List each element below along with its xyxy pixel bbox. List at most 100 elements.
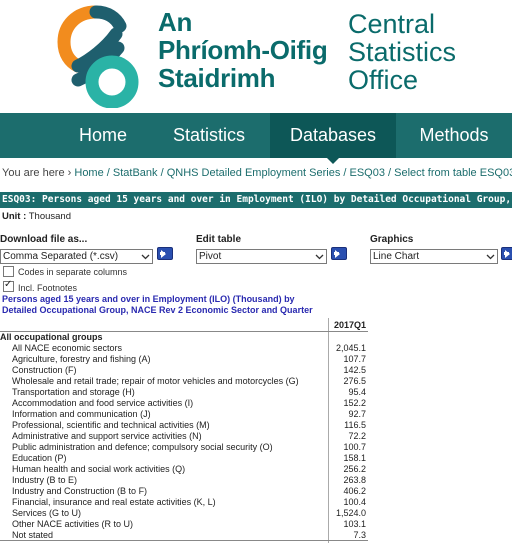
unit-info: Unit : Thousand: [2, 211, 71, 222]
download-format-value: Comma Separated (*.csv): [3, 251, 119, 262]
row-label: Education (P): [12, 453, 67, 463]
table-row: Agriculture, forestry and fishing (A) 107…: [0, 354, 368, 365]
cso-logo-icon[interactable]: [56, 4, 144, 113]
codes-checkbox[interactable]: [3, 266, 14, 277]
table-caption-line2: Detailed Occupational Group, NACE Rev 2 …: [2, 305, 313, 315]
footnotes-checkbox[interactable]: [3, 279, 14, 292]
graphics-go-button[interactable]: [501, 247, 512, 260]
graphics-label: Graphics: [370, 234, 414, 245]
row-label: Other NACE activities (R to U): [12, 519, 134, 529]
column-header-2017q1: 2017Q1: [333, 320, 366, 330]
unit-label: Unit :: [2, 211, 27, 222]
nav-methods[interactable]: Methods: [404, 113, 504, 158]
row-value: 95.4: [348, 387, 366, 397]
row-value: 158.1: [343, 453, 366, 463]
row-label: Professional, scientific and technical a…: [12, 420, 210, 430]
row-value: 100.4: [343, 497, 366, 507]
codes-checkbox-label: Codes in separate columns: [18, 267, 128, 277]
row-label: Agriculture, forestry and fishing (A): [12, 354, 151, 364]
row-value: 103.1: [343, 519, 366, 529]
row-label: Transportation and storage (H): [12, 387, 135, 397]
row-label: Industry and Construction (B to F): [12, 486, 148, 496]
row-label: Not stated: [12, 530, 54, 540]
edit-table-label: Edit table: [196, 234, 242, 245]
row-value: 107.7: [343, 354, 366, 364]
data-table: 2017Q1 All occupational groups All NACE …: [0, 318, 368, 541]
table-row: All NACE economic sectors 2,045.1: [0, 343, 368, 354]
table-title: ESQ03: Persons aged 15 years and over in…: [0, 192, 512, 208]
download-go-button[interactable]: [157, 247, 173, 260]
table-caption: Persons aged 15 years and over in Employ…: [2, 294, 313, 316]
chevron-down-icon: [315, 254, 324, 260]
nav-home[interactable]: Home: [60, 113, 146, 158]
table-row: Human health and social work activities …: [0, 464, 368, 475]
row-value: 72.2: [348, 431, 366, 441]
row-value: 116.5: [344, 420, 366, 430]
breadcrumb-home[interactable]: Home: [74, 167, 103, 179]
row-label: All NACE economic sectors: [12, 343, 123, 353]
row-label: Wholesale and retail trade; repair of mo…: [12, 376, 299, 386]
graphics-select[interactable]: Line Chart: [370, 249, 498, 264]
row-value: 7.3: [353, 530, 366, 540]
table-row: Industry and Construction (B to F) 406.2: [0, 486, 368, 497]
graphics-value: Line Chart: [373, 251, 420, 262]
table-group-row: All occupational groups: [0, 332, 368, 343]
unit-value: Thousand: [28, 211, 72, 222]
table-row: Wholesale and retail trade; repair of mo…: [0, 376, 368, 387]
row-label: Industry (B to E): [12, 475, 78, 485]
breadcrumb-statbank[interactable]: StatBank: [113, 167, 158, 179]
main-nav: Home Statistics Databases Methods: [0, 113, 512, 164]
breadcrumb-qnhs[interactable]: QNHS Detailed Employment Series: [167, 167, 341, 179]
footnotes-checkbox-label: Incl. Footnotes: [18, 283, 78, 293]
table-row: Industry (B to E) 263.8: [0, 475, 368, 486]
row-value: 1,524.0: [335, 508, 366, 518]
row-value: 92.7: [348, 409, 366, 419]
table-row: Administrative and support service activ…: [0, 431, 368, 442]
table-row: Public administration and defence; compu…: [0, 442, 368, 453]
table-row: Professional, scientific and technical a…: [0, 420, 368, 431]
breadcrumb-lead: You are here ›: [2, 167, 72, 179]
breadcrumb-esq03[interactable]: ESQ03: [350, 167, 385, 179]
table-row: Not stated 7.3: [0, 530, 368, 541]
table-row: Financial, insurance and real estate act…: [0, 497, 368, 508]
table-row: Services (G to U) 1,524.0: [0, 508, 368, 519]
row-label: Public administration and defence; compu…: [12, 442, 273, 452]
table-row: Education (P) 158.1: [0, 453, 368, 464]
table-header: 2017Q1: [0, 318, 368, 332]
table-row: Information and communication (J) 92.7: [0, 409, 368, 420]
edit-table-go-button[interactable]: [331, 247, 347, 260]
row-label: Services (G to U): [12, 508, 82, 518]
nav-databases[interactable]: Databases: [270, 113, 396, 164]
download-format-select[interactable]: Comma Separated (*.csv): [0, 249, 153, 264]
row-value: 2,045.1: [335, 343, 366, 353]
row-label: Accommodation and food service activitie…: [12, 398, 194, 408]
table-row: Construction (F) 142.5: [0, 365, 368, 376]
edit-table-value: Pivot: [199, 251, 222, 262]
row-value: 276.5: [343, 376, 366, 386]
download-label: Download file as...: [0, 234, 88, 245]
edit-table-select[interactable]: Pivot: [196, 249, 327, 264]
row-label: Construction (F): [12, 365, 77, 375]
logo-irish-name: An Phríomh-Oifig Staidrimh: [158, 7, 328, 93]
active-indicator: [327, 158, 339, 164]
chevron-down-icon: [141, 254, 150, 260]
row-label: Human health and social work activities …: [12, 464, 186, 474]
row-value: 256.2: [343, 464, 366, 474]
nav-statistics[interactable]: Statistics: [158, 113, 260, 158]
table-row: Accommodation and food service activitie…: [0, 398, 368, 409]
logo-english-name: Central Statistics Office: [348, 9, 457, 95]
row-label: Administrative and support service activ…: [12, 431, 202, 441]
table-row: Other NACE activities (R to U) 103.1: [0, 519, 368, 530]
row-value: 152.2: [343, 398, 366, 408]
breadcrumb-current: Select from table ESQ03: [394, 167, 512, 179]
site-header: An Phríomh-Oifig Staidrimh Central Stati…: [0, 0, 512, 113]
row-label: Financial, insurance and real estate act…: [12, 497, 216, 507]
group-label: All occupational groups: [0, 332, 103, 342]
table-caption-line1: Persons aged 15 years and over in Employ…: [2, 294, 295, 304]
row-value: 263.8: [343, 475, 366, 485]
table-row: Transportation and storage (H) 95.4: [0, 387, 368, 398]
breadcrumb: You are here › Home / StatBank / QNHS De…: [2, 167, 512, 179]
row-value: 100.7: [343, 442, 366, 452]
chevron-down-icon: [486, 254, 495, 260]
row-value: 406.2: [343, 486, 366, 496]
